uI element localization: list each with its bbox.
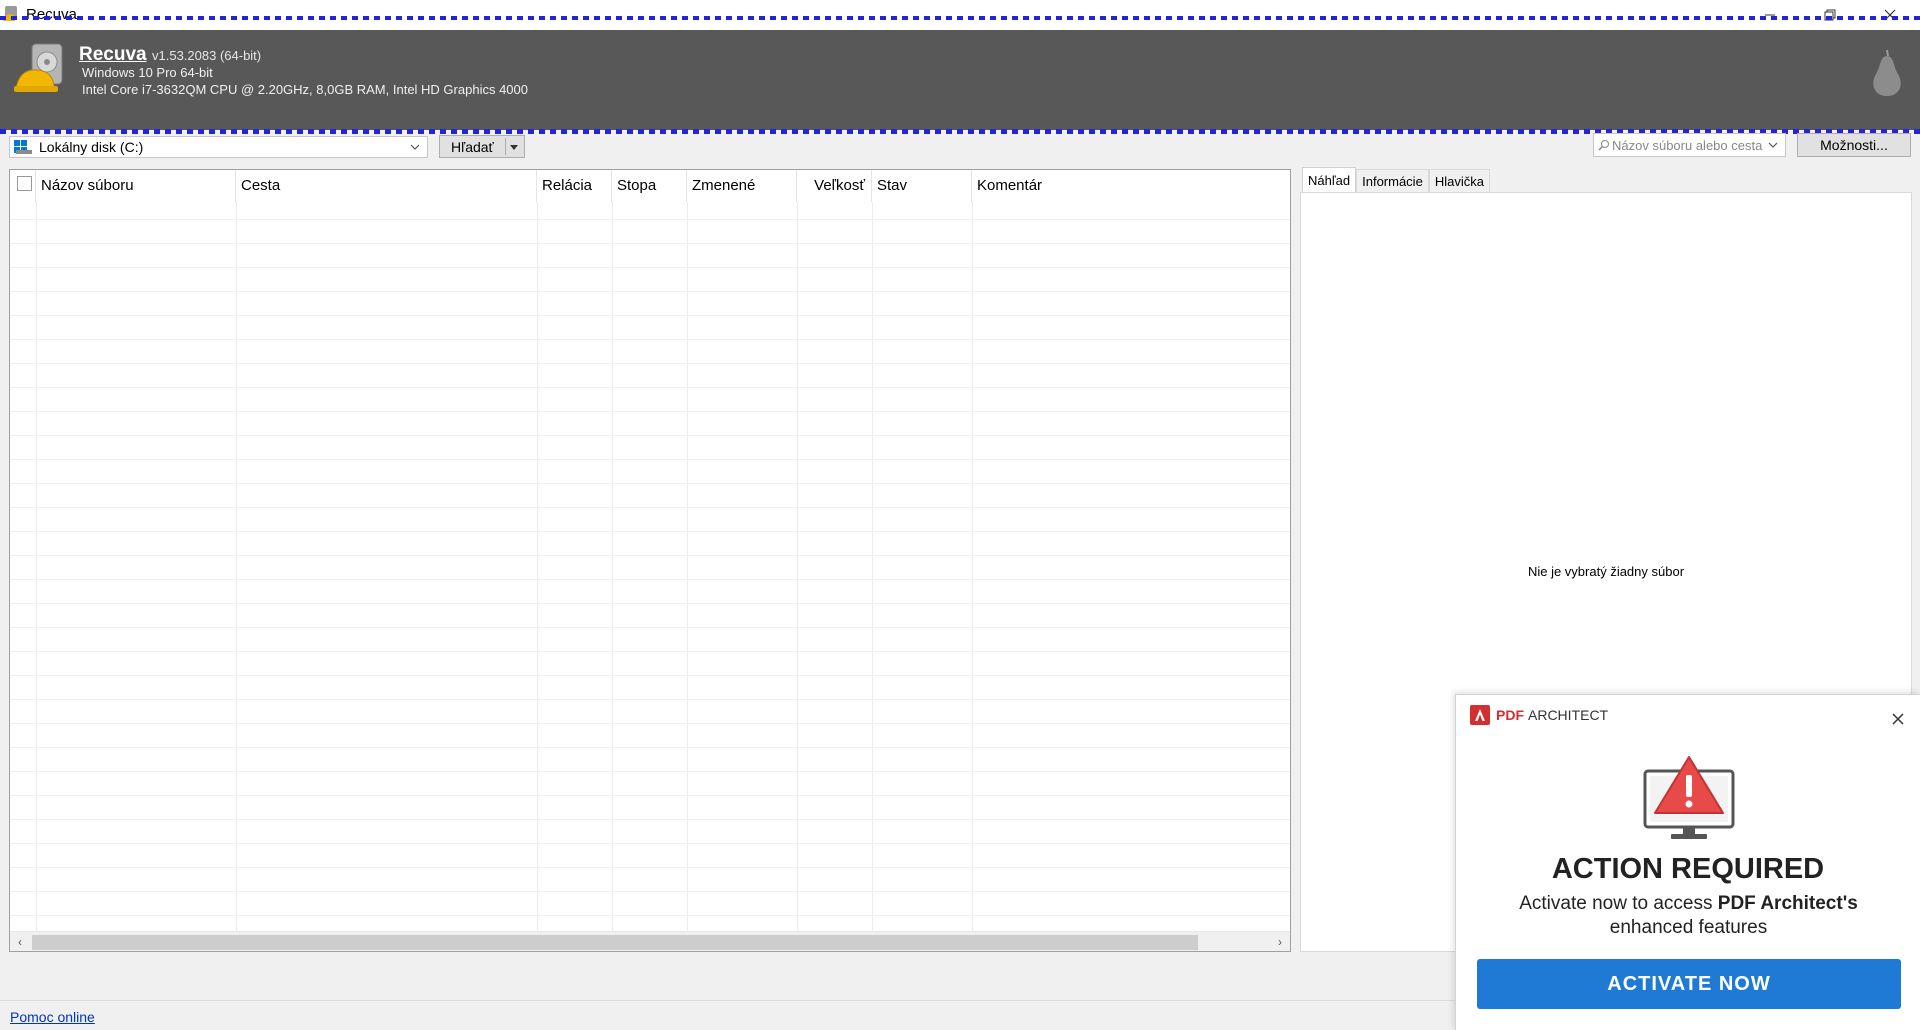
close-button[interactable]: [1860, 0, 1920, 30]
grid-line: [972, 202, 973, 931]
popup-subtext-product: PDF Architect's: [1717, 893, 1858, 914]
column-header-filename[interactable]: Názov súboru: [36, 170, 236, 202]
column-header-size[interactable]: Veľkosť: [797, 170, 872, 202]
column-header-state[interactable]: Stav: [872, 170, 972, 202]
app-name-link[interactable]: Recuva: [79, 44, 147, 66]
options-button[interactable]: Možnosti...: [1797, 133, 1911, 157]
drag-border-top: [0, 16, 1920, 20]
app-header: Recuva v1.53.2083 (64-bit) Windows 10 Pr…: [0, 30, 1920, 130]
grid-line: [537, 202, 538, 931]
column-headers: Názov súboru Cesta Relácia Stopa Zmenené…: [10, 170, 1290, 202]
no-file-selected-text: Nie je vybratý žiadny súbor: [1527, 564, 1685, 579]
brand-pdf: PDF: [1496, 707, 1524, 723]
grid-line: [36, 202, 37, 931]
select-all-checkbox[interactable]: [17, 176, 32, 191]
piriform-pear-icon: [1873, 49, 1901, 96]
hardware-info: Intel Core i7-3632QM CPU @ 2.20GHz, 8,0G…: [82, 82, 528, 97]
column-header-track[interactable]: Stopa: [612, 170, 687, 202]
title-bar: Recuva: [0, 0, 1920, 30]
grid-line: [612, 202, 613, 931]
pdf-architect-popup: PDF ARCHITECT ACTION REQUIRED Activate n…: [1455, 694, 1920, 1030]
grid-line: [687, 202, 688, 931]
preview-tabs: Náhľad Informácie Hlavička: [1302, 167, 1490, 192]
search-icon: [1598, 140, 1609, 151]
drive-icon: [14, 140, 32, 154]
column-header-comment[interactable]: Komentár: [972, 170, 1290, 202]
filename-search-input[interactable]: Názov súboru alebo cesta: [1593, 133, 1786, 157]
activate-now-button[interactable]: ACTIVATE NOW: [1477, 959, 1901, 1009]
grid-line: [872, 202, 873, 931]
horizontal-scrollbar[interactable]: ‹ ›: [10, 931, 1290, 951]
popup-subtext-part1: Activate now to access: [1519, 893, 1718, 914]
window-title: Recuva: [26, 6, 77, 23]
column-header-session[interactable]: Relácia: [537, 170, 612, 202]
popup-headline: ACTION REQUIRED: [1551, 853, 1825, 885]
chevron-down-icon: [1768, 142, 1778, 148]
popup-close-button[interactable]: [1890, 711, 1906, 727]
tab-header[interactable]: Hlavička: [1428, 169, 1490, 192]
tab-info[interactable]: Informácie: [1356, 169, 1429, 192]
scrollbar-thumb[interactable]: [32, 935, 1198, 950]
drive-select[interactable]: Lokálny disk (C:): [9, 136, 428, 158]
scroll-right-icon[interactable]: ›: [1272, 934, 1288, 950]
tab-preview[interactable]: Náhľad: [1302, 167, 1357, 192]
minimize-button[interactable]: [1740, 0, 1800, 30]
popup-subtext-part2: enhanced features: [1609, 917, 1768, 938]
grid-line: [236, 202, 237, 931]
recuva-app-icon: [3, 6, 17, 21]
popup-subtext: Activate now to access PDF Architect's e…: [1476, 892, 1901, 940]
close-icon: [1892, 713, 1904, 725]
search-placeholder: Názov súboru alebo cesta: [1612, 137, 1763, 153]
column-header-path[interactable]: Cesta: [236, 170, 537, 202]
popup-brand: PDF ARCHITECT: [1470, 705, 1608, 725]
column-checkbox[interactable]: [10, 170, 36, 202]
column-header-modified[interactable]: Zmenené: [687, 170, 797, 202]
scan-button-divider: [505, 138, 506, 155]
pdf-architect-logo-icon: [1470, 705, 1490, 725]
recuva-logo-icon: [14, 43, 63, 92]
brand-architect: ARCHITECT: [1528, 707, 1609, 723]
file-rows: [10, 219, 1290, 931]
os-info: Windows 10 Pro 64-bit: [82, 65, 213, 80]
grid-line: [797, 202, 798, 931]
scan-button-label: Hľadať: [451, 139, 494, 155]
file-list[interactable]: Názov súboru Cesta Relácia Stopa Zmenené…: [9, 169, 1291, 952]
scroll-left-icon[interactable]: ‹: [12, 934, 28, 950]
monitor-warning-icon: [1643, 756, 1735, 839]
online-help-link[interactable]: Pomoc online: [10, 1009, 95, 1025]
scan-button[interactable]: Hľadať: [439, 135, 525, 158]
restore-button[interactable]: [1800, 0, 1860, 30]
chevron-down-icon: [410, 144, 420, 150]
scan-dropdown-arrow-icon[interactable]: [510, 145, 518, 150]
app-version: v1.53.2083 (64-bit): [152, 48, 262, 63]
drive-select-value: Lokálny disk (C:): [39, 139, 144, 155]
